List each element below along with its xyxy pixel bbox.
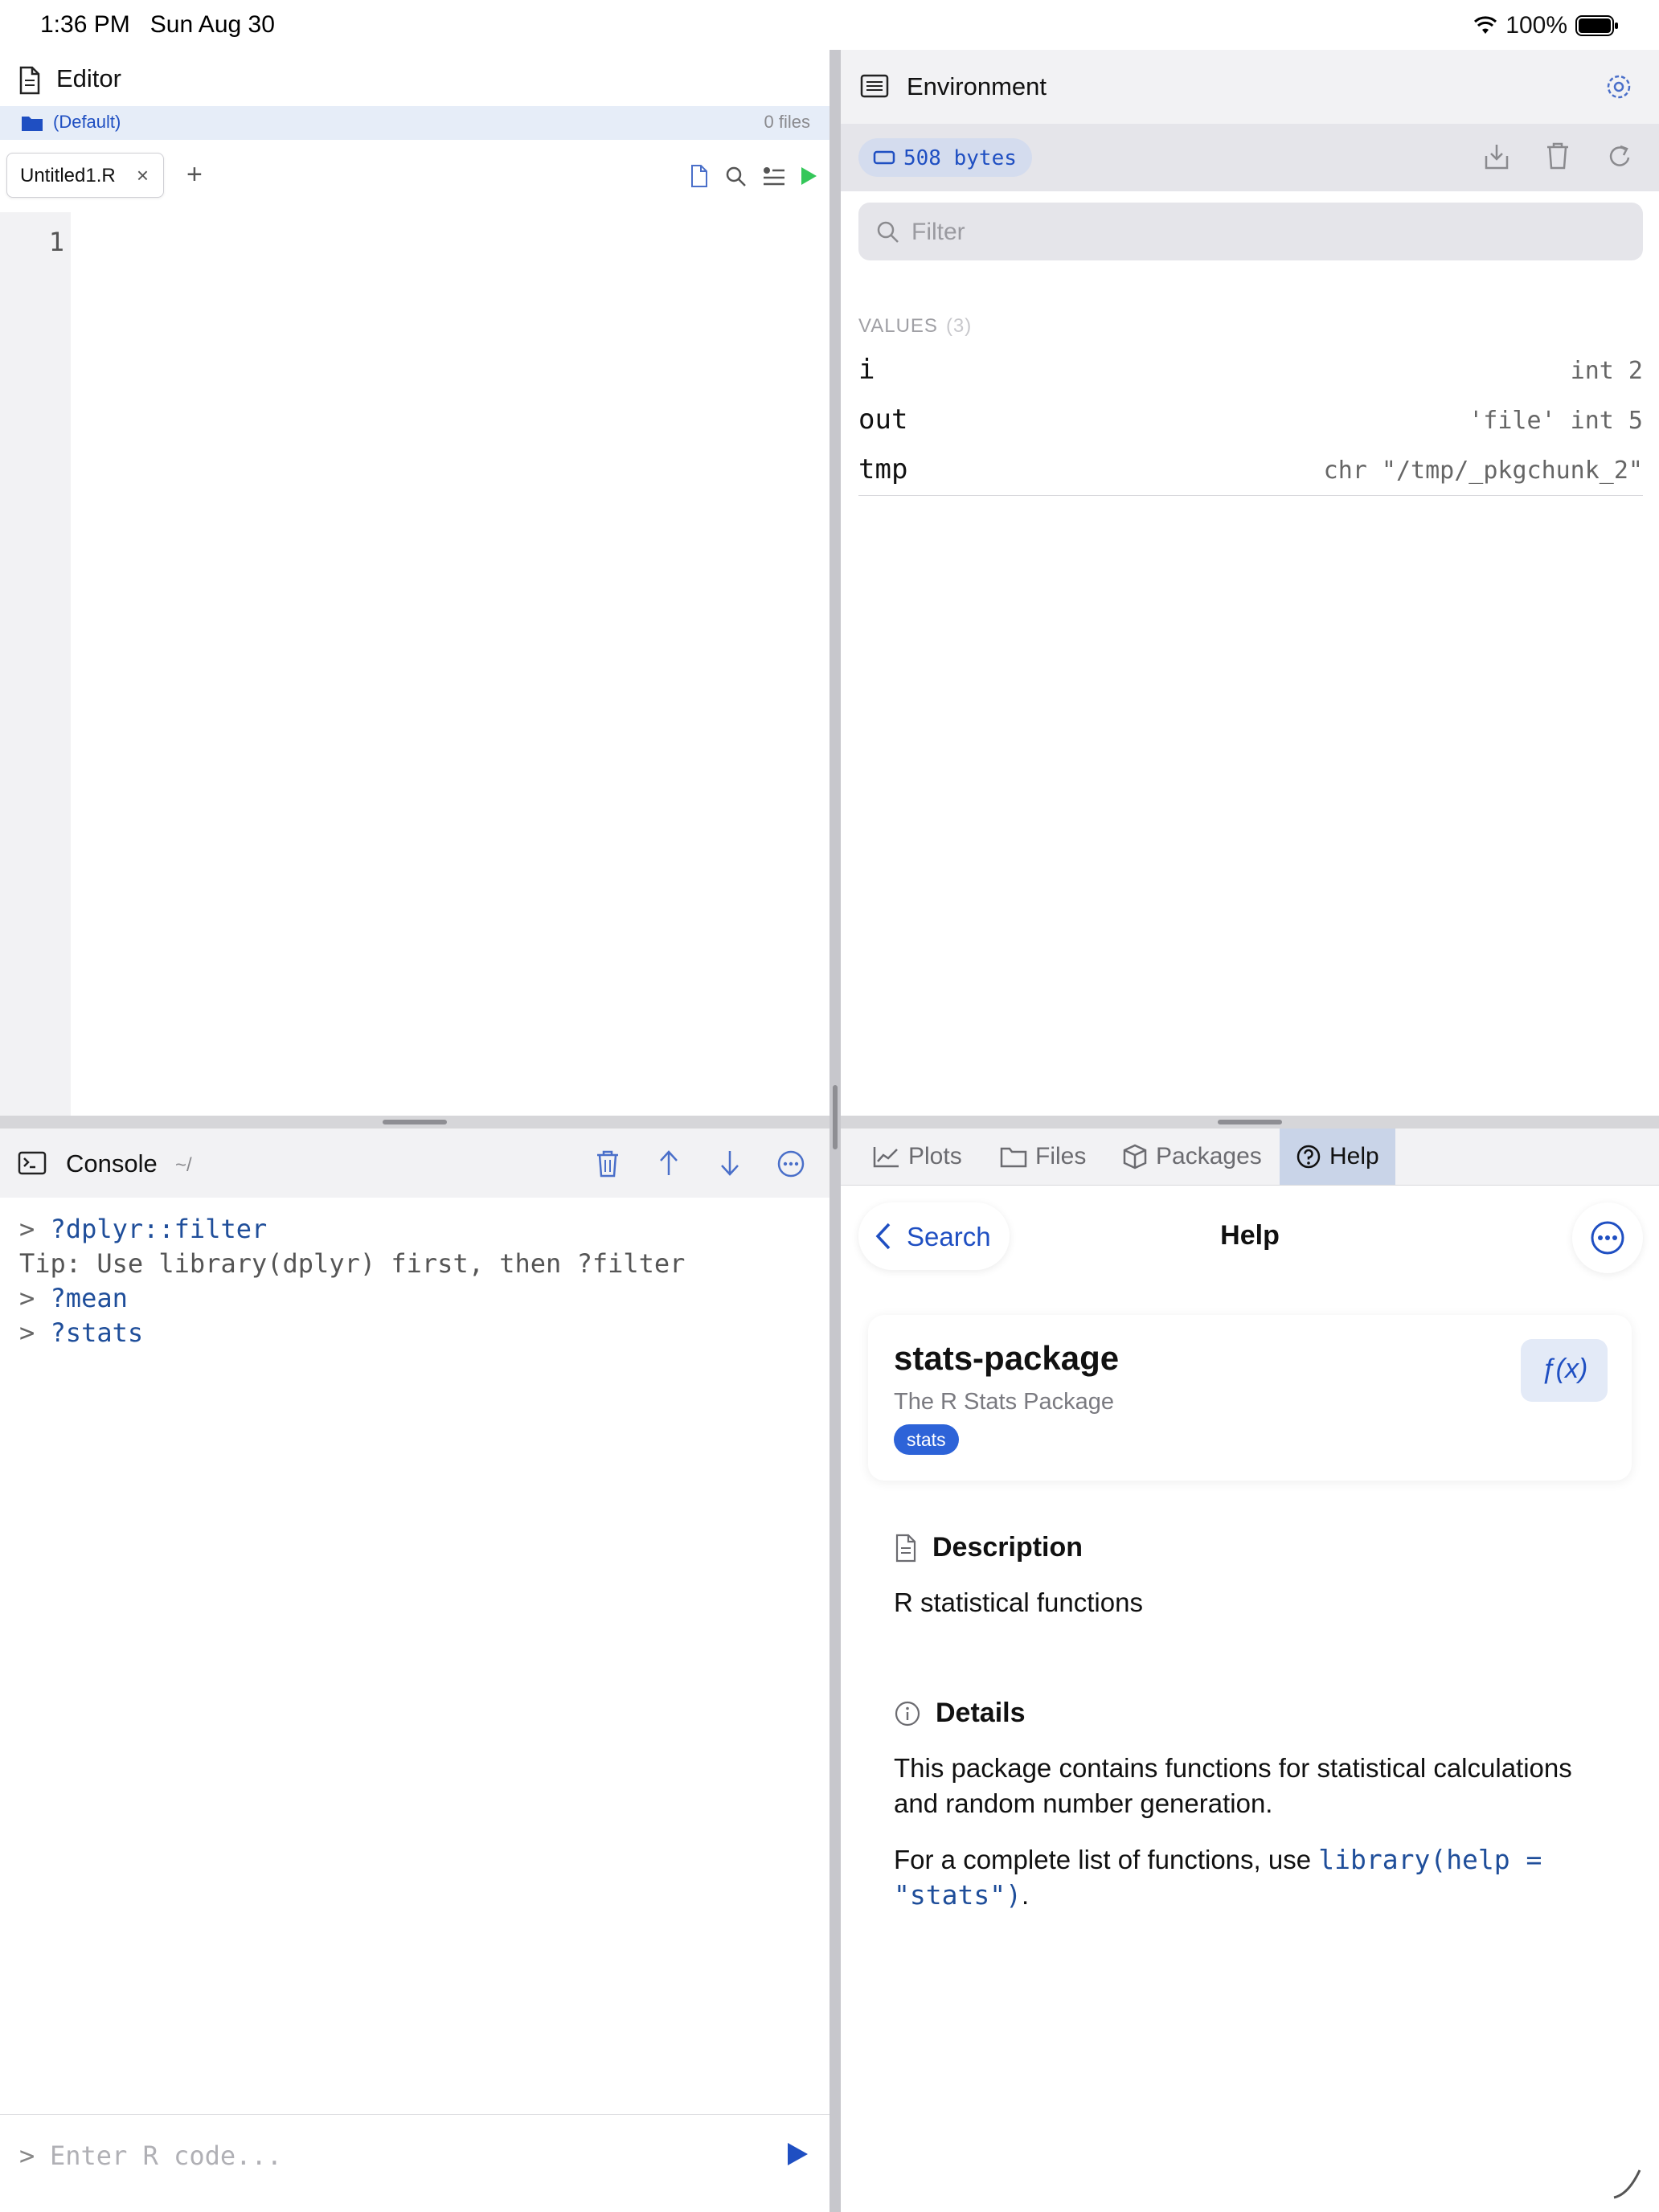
tab-plots[interactable]: Plots xyxy=(873,1129,962,1185)
close-tab-icon[interactable]: × xyxy=(137,163,149,188)
add-tab-button[interactable]: + xyxy=(186,159,203,190)
console-header: Console ~/ xyxy=(0,1129,830,1198)
console-output: > ?dplyr::filter Tip: Use library(dplyr)… xyxy=(0,1198,830,2114)
env-value-row[interactable]: i int 2 xyxy=(858,346,1643,395)
splitter-grip[interactable] xyxy=(1218,1120,1282,1124)
values-label: VALUES xyxy=(858,315,938,337)
wifi-icon xyxy=(1473,16,1497,35)
details-paragraph-1: This package contains functions for stat… xyxy=(894,1753,1572,1818)
editor-header: Editor xyxy=(0,56,830,106)
project-bar[interactable]: (Default) 0 files xyxy=(0,106,830,140)
question-icon xyxy=(1296,1144,1321,1169)
folder-icon xyxy=(1000,1145,1027,1168)
memory-badge: 508 bytes xyxy=(858,138,1032,177)
ellipsis-circle-icon xyxy=(1590,1220,1625,1256)
vertical-splitter-grip[interactable] xyxy=(833,1085,838,1149)
console-title: Console xyxy=(66,1149,158,1178)
filter-input[interactable] xyxy=(910,212,1620,252)
left-horizontal-splitter[interactable] xyxy=(0,1116,830,1129)
environment-header: Environment xyxy=(841,50,1659,124)
help-more-button[interactable] xyxy=(1572,1202,1643,1273)
status-date: Sun Aug 30 xyxy=(150,11,275,38)
description-text: R statistical functions xyxy=(894,1587,1143,1617)
format-list-icon[interactable] xyxy=(762,166,786,188)
memory-size: 508 bytes xyxy=(903,146,1017,170)
refresh-icon[interactable] xyxy=(1606,141,1633,170)
variable-value: chr "/tmp/_pkgchunk_2" xyxy=(1323,457,1643,485)
package-subtitle: The R Stats Package xyxy=(894,1389,1115,1415)
info-icon xyxy=(894,1700,921,1727)
values-count: (3) xyxy=(945,315,973,337)
console-line: Tip: Use library(dplyr) first, then ?fil… xyxy=(19,1248,686,1279)
package-tag[interactable]: stats xyxy=(894,1424,959,1455)
gear-icon[interactable] xyxy=(1604,72,1633,101)
details-paragraph-2: For a complete list of functions, use li… xyxy=(894,1844,1542,1911)
environment-title: Environment xyxy=(907,72,1047,100)
function-list-button[interactable]: ƒ(x) xyxy=(1521,1339,1608,1402)
variable-name: i xyxy=(858,354,875,386)
terminal-icon xyxy=(18,1151,47,1175)
filter-field[interactable] xyxy=(858,203,1643,260)
import-icon[interactable] xyxy=(1484,143,1509,170)
project-name: (Default) xyxy=(53,112,121,132)
help-title: Help xyxy=(1220,1220,1280,1251)
clear-environment-icon[interactable] xyxy=(1545,141,1571,170)
env-value-row[interactable]: out 'file' int 5 xyxy=(858,395,1643,445)
variable-name: out xyxy=(858,403,908,436)
splitter-grip[interactable] xyxy=(383,1120,447,1124)
tab-help[interactable]: Help xyxy=(1280,1129,1395,1185)
run-icon[interactable] xyxy=(799,166,818,186)
input-prompt: > xyxy=(19,2140,35,2171)
chart-icon xyxy=(873,1145,900,1168)
battery-percent: 100% xyxy=(1505,12,1567,39)
send-icon[interactable] xyxy=(786,2142,809,2166)
history-up-icon[interactable] xyxy=(657,1149,680,1177)
status-indicators: 100% xyxy=(1473,11,1619,40)
description-heading: Description xyxy=(894,1532,1083,1563)
editor-title: Editor xyxy=(56,64,121,92)
tab-untitled1[interactable]: Untitled1.R × xyxy=(6,153,164,198)
battery-icon xyxy=(1575,15,1619,36)
status-time: 1:36 PM Sun Aug 30 xyxy=(40,11,275,39)
package-name: stats-package xyxy=(894,1339,1120,1377)
line-number-gutter: 1 xyxy=(0,212,71,1116)
values-section-header: VALUES (3) xyxy=(858,315,972,338)
console-input-bar: > xyxy=(0,2114,830,2195)
variable-value: 'file' int 5 xyxy=(1469,407,1643,435)
console-line: > ?mean xyxy=(19,1283,128,1313)
resize-handle[interactable] xyxy=(1611,2167,1643,2199)
console-path: ~/ xyxy=(175,1154,192,1176)
env-value-row[interactable]: tmp chr "/tmp/_pkgchunk_2" xyxy=(858,445,1643,496)
more-options-icon[interactable] xyxy=(776,1149,805,1178)
console-line: > ?dplyr::filter xyxy=(19,1214,268,1244)
right-horizontal-splitter[interactable] xyxy=(841,1116,1659,1129)
variable-value: int 2 xyxy=(1570,357,1643,385)
tab-label: Untitled1.R xyxy=(20,165,116,186)
list-icon xyxy=(860,74,889,98)
console-line: > ?stats xyxy=(19,1317,144,1348)
package-icon xyxy=(1122,1144,1148,1169)
document-icon xyxy=(18,66,42,95)
status-clock: 1:36 PM xyxy=(40,11,130,38)
search-icon[interactable] xyxy=(725,166,748,188)
history-down-icon[interactable] xyxy=(719,1149,741,1177)
search-icon xyxy=(876,220,900,244)
pane-tab-bar: Plots Files Packages Help xyxy=(841,1129,1659,1186)
code-editor-area[interactable] xyxy=(71,212,830,1116)
tab-files[interactable]: Files xyxy=(1000,1129,1086,1185)
line-number: 1 xyxy=(48,227,64,257)
tab-packages[interactable]: Packages xyxy=(1122,1129,1262,1185)
project-file-count: 0 files xyxy=(764,112,810,132)
new-file-icon[interactable] xyxy=(690,164,709,188)
trash-icon[interactable] xyxy=(595,1149,621,1178)
folder-icon xyxy=(21,114,43,132)
fx-label: ƒ(x) xyxy=(1540,1354,1588,1384)
memory-icon xyxy=(873,150,895,166)
variable-name: tmp xyxy=(858,453,908,485)
details-heading: Details xyxy=(894,1698,1026,1729)
console-input-field[interactable] xyxy=(48,2136,759,2176)
document-icon xyxy=(894,1534,918,1563)
